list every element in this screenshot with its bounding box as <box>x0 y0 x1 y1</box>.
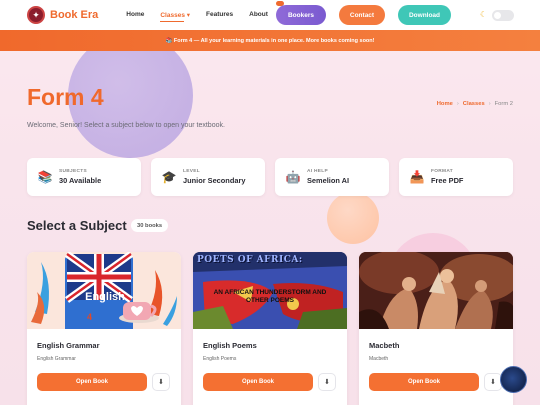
ai-chat-button[interactable] <box>500 366 527 393</box>
cover-subtitle: AN AFRICAN THUNDERSTORM AND OTHER POEMS <box>213 289 327 304</box>
book-cover-image <box>359 252 513 329</box>
robot-icon: 🤖 <box>285 170 301 184</box>
book-card-macbeth[interactable]: Macbeth Macbeth Open Book ⬇ <box>359 252 513 405</box>
info-value: 30 Available <box>59 176 102 185</box>
book-count-badge: 30 books <box>131 219 169 232</box>
info-label: LEVEL <box>183 169 200 174</box>
open-book-button[interactable]: Open Book <box>37 373 147 391</box>
book-cover-image: English 4 <box>27 252 181 329</box>
info-value: Free PDF <box>431 176 464 185</box>
brand-name[interactable]: Book Era <box>50 9 98 21</box>
dark-mode-toggle[interactable] <box>492 10 514 21</box>
info-card-level: 🎓 LEVEL Junior Secondary <box>151 158 265 196</box>
book-title: English Poems <box>203 341 257 350</box>
info-label: AI HELP <box>307 169 329 174</box>
open-book-button[interactable]: Open Book <box>369 373 479 391</box>
books-icon: 📚 <box>37 170 53 184</box>
download-book-icon[interactable]: ⬇ <box>318 373 336 391</box>
book-card-english-poems[interactable]: POETS OF AFRICA: AN AFRICAN THUNDERSTORM… <box>193 252 347 405</box>
book-grid: English 4 English Grammar English Gramma… <box>27 252 513 405</box>
cover-title: POETS OF AFRICA: <box>197 255 303 265</box>
open-book-button[interactable]: Open Book <box>203 373 313 391</box>
nav-links: Home Classes ▾ Features About <box>126 11 284 22</box>
contact-button[interactable]: Contact <box>339 5 385 25</box>
info-card-ai-help: 🤖 AI HELP Semelion AI <box>275 158 389 196</box>
download-icon: 📥 <box>409 170 425 184</box>
nav-link-about[interactable]: About <box>249 11 268 19</box>
info-label: SUBJECTS <box>59 169 87 174</box>
bookers-button[interactable]: Bookers <box>276 5 326 25</box>
info-value: Semelion AI <box>307 176 350 185</box>
breadcrumb-current: Form 2 <box>494 101 513 107</box>
svg-text:4: 4 <box>87 312 92 322</box>
breadcrumb-classes[interactable]: Classes <box>463 101 485 107</box>
section-title: Select a Subject <box>27 218 127 233</box>
info-label: FORMAT <box>431 169 453 174</box>
info-value: Junior Secondary <box>183 176 246 185</box>
brand-logo-icon[interactable]: ✦ <box>27 6 45 24</box>
breadcrumb-separator: › <box>456 101 459 107</box>
book-title: Macbeth <box>369 341 400 350</box>
breadcrumb-separator: › <box>488 101 491 107</box>
book-subtitle: English Grammar <box>37 356 76 362</box>
welcome-text: Welcome, Senior! Select a subject below … <box>27 122 225 129</box>
download-book-icon[interactable]: ⬇ <box>152 373 170 391</box>
svg-text:English: English <box>85 291 125 303</box>
download-button[interactable]: Download <box>398 5 451 25</box>
book-title: English Grammar <box>37 341 100 350</box>
decorative-orange-blob <box>327 192 379 244</box>
breadcrumb-home[interactable]: Home <box>437 101 453 107</box>
moon-icon: ☾ <box>480 10 488 19</box>
info-card-format: 📥 FORMAT Free PDF <box>399 158 513 196</box>
graduation-cap-icon: 🎓 <box>161 170 177 184</box>
nav-link-features[interactable]: Features <box>206 11 233 19</box>
info-card-subjects: 📚 SUBJECTS 30 Available <box>27 158 141 196</box>
top-navbar: ✦ Book Era Home Classes ▾ Features About… <box>0 0 540 30</box>
book-card-english-grammar[interactable]: English 4 English Grammar English Gramma… <box>27 252 181 405</box>
page-title: Form 4 <box>27 84 104 110</box>
nav-link-home[interactable]: Home <box>126 11 144 19</box>
nav-link-classes[interactable]: Classes ▾ <box>160 11 190 22</box>
info-cards: 📚 SUBJECTS 30 Available 🎓 LEVEL Junior S… <box>27 158 513 196</box>
breadcrumb: Home › Classes › Form 2 <box>437 101 513 107</box>
book-cover-image: POETS OF AFRICA: AN AFRICAN THUNDERSTORM… <box>193 252 347 329</box>
book-subtitle: English Poems <box>203 356 237 362</box>
announcement-banner: 📚 Form 4 — All your learning materials i… <box>0 30 540 51</box>
book-subtitle: Macbeth <box>369 356 389 362</box>
